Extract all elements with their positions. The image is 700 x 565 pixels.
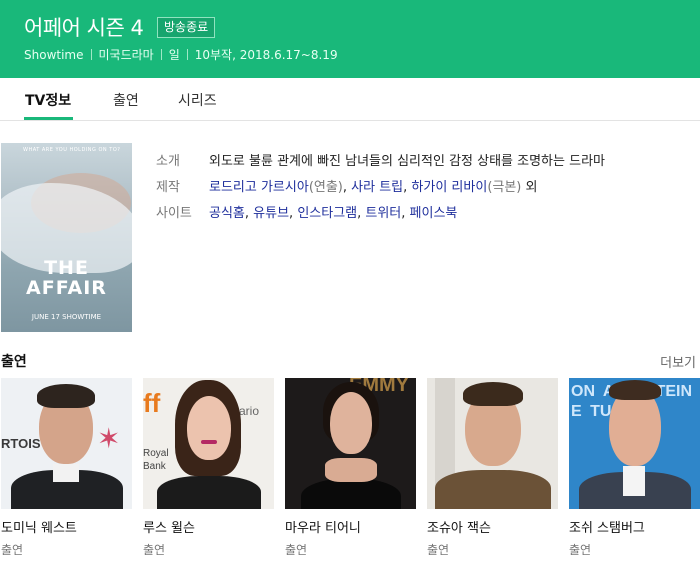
poster-image[interactable]: WHAT ARE YOU HOLDING ON TO? THE AFFAIR J… [1, 143, 132, 332]
cast-photo[interactable]: RTOIS ✶ [1, 378, 132, 509]
cast-photo[interactable]: EMMY [285, 378, 416, 509]
tab-tv-info[interactable]: TV정보 [25, 90, 71, 110]
cast-name[interactable]: 마우라 티어니 [285, 517, 416, 536]
person-shoulders [325, 458, 377, 482]
page-title: 어페어 시즌 4 [24, 16, 144, 40]
person-dress [301, 478, 401, 509]
cast-name[interactable]: 도미닉 웨스트 [1, 517, 132, 536]
cast-role: 출연 [285, 543, 308, 557]
site-link-instagram[interactable]: 인스타그램 [297, 206, 357, 221]
cast-photo[interactable] [427, 378, 558, 509]
site-link-official[interactable]: 공식홈 [209, 206, 245, 221]
cast-name[interactable]: 루스 윌슨 [143, 517, 274, 536]
cast-photo[interactable]: ON A TIE TEIN E TUC [569, 378, 700, 509]
meta-network[interactable]: Showtime [24, 48, 84, 62]
photo-bg-text: RTOIS [1, 436, 41, 451]
meta-divider [186, 49, 188, 60]
cast-card-1[interactable]: RTOIS ✶ 도미닉 웨스트 출연 [1, 378, 132, 558]
poster-title-line1: THE [44, 257, 89, 279]
photo-bg-text: Bank [143, 461, 166, 472]
site-label: 사이트 [156, 206, 192, 221]
meta-divider [160, 49, 162, 60]
writer-role: (극본) [487, 180, 522, 195]
director-role: (연출) [308, 180, 343, 195]
cast-name[interactable]: 조슈아 잭슨 [427, 517, 558, 536]
site-link-youtube[interactable]: 유튜브 [253, 206, 289, 221]
photo-bg-text: Royal [143, 448, 169, 459]
poster-tagline: WHAT ARE YOU HOLDING ON TO? [23, 147, 121, 153]
site-link-twitter[interactable]: 트위터 [365, 206, 401, 221]
person-hair [609, 380, 661, 400]
status-badge: 방송종료 [157, 17, 216, 38]
tab-cast[interactable]: 출연 [113, 90, 139, 110]
cast-role: 출연 [143, 543, 166, 557]
shirt-collar [623, 466, 645, 496]
intro-label: 소개 [156, 154, 180, 169]
cast-role: 출연 [427, 543, 450, 557]
meta-day: 일 [168, 48, 180, 62]
show-meta: Showtime 미국드라마 일 10부작, 2018.6.17~8.19 [24, 46, 338, 63]
active-tab-indicator [24, 117, 73, 120]
person-body [157, 476, 261, 509]
poster-title-line2: AFFAIR [26, 277, 107, 299]
cast-card-3[interactable]: EMMY 마우라 티어니 출연 [285, 378, 416, 558]
intro-text: 외도로 불륜 관계에 빠진 남녀들의 심리적인 감정 상태를 조명하는 드라마 [209, 154, 605, 169]
poster-date: JUNE 17 SHOWTIME [31, 313, 102, 321]
photo-bg-text: ff [143, 388, 161, 418]
cast-role: 출연 [1, 543, 24, 557]
shirt-collar [53, 464, 79, 482]
meta-genre[interactable]: 미국드라마 [99, 48, 154, 62]
title-header: 어페어 시즌 4 방송종료 Showtime 미국드라마 일 10부작, 2018.6… [0, 0, 700, 78]
person-face [187, 396, 231, 460]
lips [201, 440, 217, 444]
production-credits: 로드리고 가르시아(연출), 사라 트립, 하가이 리바이(극본) 외 [209, 180, 538, 195]
site-links: 공식홈, 유튜브, 인스타그램, 트위터, 페이스북 [209, 206, 458, 221]
site-link-facebook[interactable]: 페이스북 [410, 206, 458, 221]
star-logo-icon: ✶ [97, 422, 121, 455]
meta-episodes: 10부작, 2018.6.17~8.19 [194, 48, 338, 62]
production-label: 제작 [156, 180, 180, 195]
photo-bg-text: ario [239, 404, 260, 418]
meta-divider [90, 49, 92, 60]
person-hair [37, 384, 95, 408]
cast-card-5[interactable]: ON A TIE TEIN E TUC 조쉬 스탬버그 출연 [569, 378, 700, 558]
cast-heading: 출연 [1, 354, 27, 370]
tab-series[interactable]: 시리즈 [178, 90, 217, 110]
writer-link-2[interactable]: 하가이 리바이 [411, 180, 487, 195]
cast-photo[interactable]: ff ario Royal Bank [143, 378, 274, 509]
cast-role: 출연 [569, 543, 592, 557]
more-link[interactable]: 더보기 [660, 352, 696, 371]
writer-link-1[interactable]: 사라 트립 [351, 180, 403, 195]
person-face [330, 392, 372, 454]
cast-name[interactable]: 조쉬 스탬버그 [569, 517, 700, 536]
production-suffix: 외 [521, 180, 538, 195]
director-link[interactable]: 로드리고 가르시아 [209, 180, 309, 195]
person-hair [463, 382, 523, 406]
cast-card-2[interactable]: ff ario Royal Bank 루스 윌슨 출연 [143, 378, 274, 558]
person-body [435, 470, 551, 509]
tab-bar: TV정보 출연 시리즈 [0, 78, 700, 121]
cast-card-4[interactable]: 조슈아 잭슨 출연 [427, 378, 558, 558]
